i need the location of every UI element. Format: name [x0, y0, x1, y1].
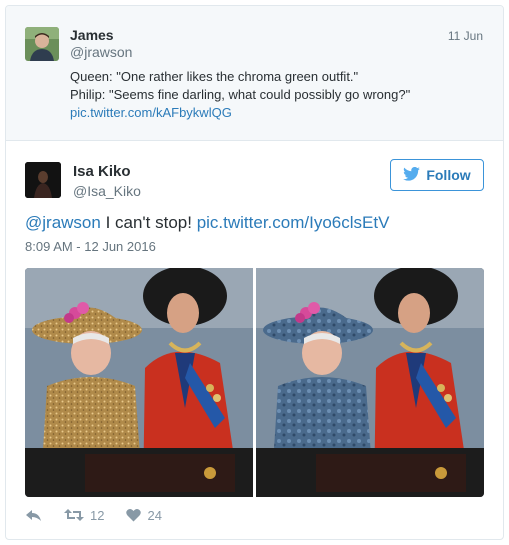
parent-handle[interactable]: @jrawson [70, 44, 132, 60]
author-avatar[interactable] [25, 162, 61, 198]
parent-avatar[interactable] [25, 27, 59, 61]
retweet-icon [64, 508, 84, 522]
tweet-actions: 12 24 [25, 504, 184, 526]
parent-name[interactable]: James [70, 27, 114, 43]
parent-text-line-1: Queen: "One rather likes the chroma gree… [70, 69, 359, 84]
follow-label: Follow [426, 167, 471, 183]
retweet-button[interactable]: 12 [64, 508, 104, 523]
parent-tweet[interactable]: James @jrawson 11 Jun Queen: "One rather… [6, 6, 503, 141]
author-handle[interactable]: @Isa_Kiko [73, 183, 141, 199]
reply-button[interactable] [25, 508, 42, 522]
like-button[interactable]: 24 [126, 507, 162, 523]
tweet-timestamp[interactable]: 8:09 AM - 12 Jun 2016 [25, 239, 156, 254]
reply-icon [25, 508, 42, 522]
media-link[interactable]: pic.twitter.com/Iyo6clsEtV [197, 213, 390, 232]
tweet-body: I can't stop! [100, 213, 197, 232]
left-photo-panel [25, 268, 253, 497]
twitter-bird-icon [403, 166, 421, 184]
mention-link[interactable]: @jrawson [25, 213, 101, 232]
heart-icon [126, 508, 142, 522]
embedded-tweet-card: James @jrawson 11 Jun Queen: "One rather… [5, 5, 504, 540]
tweet-text: @jrawson I can't stop! pic.twitter.com/I… [25, 213, 389, 233]
like-count: 24 [147, 507, 162, 523]
parent-text-line-2: Philip: "Seems fine darling, what could … [70, 87, 411, 102]
retweet-count: 12 [90, 507, 105, 523]
right-photo-panel [256, 268, 484, 497]
parent-media-link[interactable]: pic.twitter.com/kAFbykwlQG [70, 104, 410, 122]
tweet-media-image[interactable] [25, 268, 484, 497]
follow-button[interactable]: Follow [390, 159, 484, 191]
author-name[interactable]: Isa Kiko [73, 163, 131, 180]
parent-tweet-text: Queen: "One rather likes the chroma gree… [70, 68, 410, 122]
parent-date[interactable]: 11 Jun [448, 29, 483, 43]
